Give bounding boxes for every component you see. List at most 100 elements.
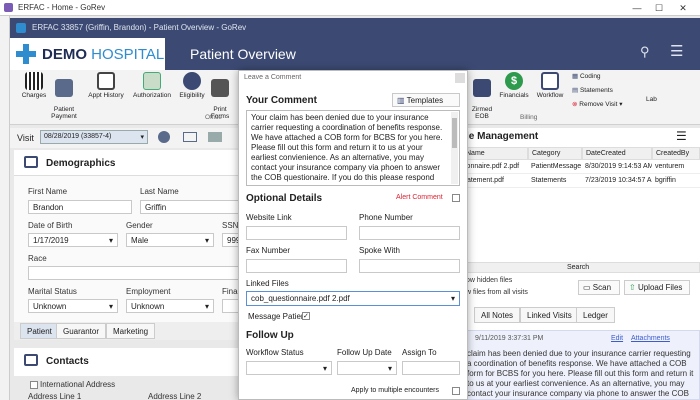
scanner-icon: ▭ [583,283,593,292]
remove-visit-label: Remove Visit ▾ [579,101,623,108]
message-patient-checkbox[interactable]: ✓ [302,312,310,320]
dob-field[interactable]: 1/17/2019 ▾ [28,233,118,247]
last-name-field[interactable]: Griffin [140,200,242,214]
coding-button[interactable]: ▦ Coding [572,72,601,80]
international-address-checkbox[interactable] [30,381,38,389]
print-forms-button[interactable]: Print Forms [200,72,240,120]
workflow-label: Workflow [536,92,564,99]
first-name-field[interactable]: Brandon [28,200,132,214]
col-header-name[interactable]: Name [462,147,528,160]
website-link-input[interactable] [246,226,347,240]
race-label: Race [28,254,47,263]
col-header-createdby[interactable]: CreatedBy [652,147,700,160]
note-text: claim has been denied due to your insura… [467,349,694,400]
show-hidden-files[interactable]: ow hidden files [466,277,512,284]
comment-scrollbar[interactable] [451,112,458,184]
table-cell[interactable]: tatement.pdf [462,175,528,188]
demographics-title: Demographics [46,158,116,169]
employment-label: Employment [126,287,171,296]
table-cell[interactable]: ionnaire.pdf 2.pdf [462,161,528,174]
show-files-all-visits[interactable]: w files from all visits [466,289,528,296]
pin-icon[interactable]: ⚲ [640,44,650,60]
phone-number-input[interactable] [359,226,460,240]
close-button[interactable]: ✕ [672,1,694,15]
demographics-icon [24,156,38,168]
tab-patient[interactable]: Patient [20,323,59,339]
table-cell: 8/30/2019 9:14:53 AM [582,161,652,174]
scrollbar-thumb[interactable] [452,118,457,148]
appt-history-button[interactable]: Appt History [84,72,128,99]
alert-comment-checkbox[interactable] [452,194,460,202]
ssn-label: SSN [222,221,239,230]
col-header-category[interactable]: Category [528,147,582,160]
menu-icon[interactable]: ☰ [670,42,683,60]
templates-label: Templates [406,96,444,105]
fax-number-input[interactable] [246,259,347,273]
ribbon-group-office: Office [205,114,222,121]
eob-icon [473,79,491,97]
minimize-button[interactable]: — [626,1,648,15]
apply-multiple-checkbox[interactable] [452,387,460,395]
patient-payment-button[interactable]: Patient Payment [44,72,84,120]
first-name-label: First Name [28,187,68,196]
note-edit-link[interactable]: Edit [611,334,623,344]
linked-files-select[interactable]: cob_questionnaire.pdf 2.pdf ▾ [246,291,460,306]
optional-details-heading: Optional Details [246,193,323,204]
menu-icon[interactable]: ☰ [676,129,687,143]
coding-icon: ▦ [572,73,580,80]
gender-label: Gender [126,221,153,230]
comment-textarea[interactable]: Your claim has been denied due to your i… [246,110,460,186]
spoke-with-label: Spoke With [359,246,400,255]
workflow-button[interactable]: Workflow [530,72,570,99]
gender-select[interactable]: Male ▾ [126,233,214,247]
search-input[interactable]: Search [462,262,700,273]
workflow-status-label: Workflow Status [246,348,304,357]
upload-files-button[interactable]: ⇧ Upload Files [624,280,690,295]
follow-up-date-label: Follow Up Date [337,348,392,357]
maximize-button[interactable]: ☐ [648,1,670,15]
lab-button[interactable]: Lab [646,96,657,103]
table-cell: 7/23/2019 10:34:57 AM [582,175,652,188]
follow-up-date-input[interactable]: ▾ [337,361,397,375]
table-cell: Statements [528,175,582,188]
visit-select[interactable]: 08/28/2019 (33857-4) ▾ [40,130,148,144]
chevron-down-icon: ▾ [204,236,209,245]
race-select[interactable] [28,266,242,280]
tab-linked-visits[interactable]: Linked Visits [520,307,579,323]
assign-to-input[interactable] [402,361,460,375]
templates-button[interactable]: ▥ Templates [392,93,460,107]
page-title: Patient Overview [190,46,296,62]
scan-label: Scan [592,283,612,292]
tab-ledger[interactable]: Ledger [576,307,615,323]
scan-button[interactable]: ▭ Scan [578,280,620,295]
card-icon[interactable] [183,132,197,142]
dialog-title: Leave a Comment [244,74,302,81]
bed-icon[interactable] [208,132,222,142]
remove-visit-button[interactable]: ⊗ Remove Visit ▾ [572,100,623,108]
statements-button[interactable]: ▤ Statements [572,86,613,94]
table-cell: venturem [652,161,700,174]
phone-number-label: Phone Number [359,213,413,222]
eligibility-icon [183,72,201,90]
note-attachments-link[interactable]: Attachments [631,334,670,344]
dialog-close-button[interactable] [455,73,465,83]
table-cell: PatientMessage [528,161,582,174]
marital-value: Unknown [33,302,67,311]
workflow-status-select[interactable]: ▾ [246,361,332,375]
patient-icon[interactable] [158,131,170,143]
printer-icon [211,79,229,97]
chevron-down-icon: ▾ [204,302,209,311]
dob-value: 1/17/2019 [33,236,69,245]
employment-select[interactable]: Unknown ▾ [126,299,214,313]
tab-marketing[interactable]: Marketing [106,323,156,339]
tab-guarantor[interactable]: Guarantor [56,323,107,339]
authorization-button[interactable]: Authorization [128,72,176,99]
financials-button[interactable]: $ Financials [494,72,534,99]
col-header-datecreated[interactable]: DateCreated [582,147,652,160]
marital-status-select[interactable]: Unknown ▾ [28,299,118,313]
tab-all-notes[interactable]: All Notes [474,307,521,323]
calendar-dropdown-icon: ▾ [108,236,113,245]
note-item: 9/11/2019 3:37:31 PM Edit Attachments cl… [462,330,700,400]
spoke-with-input[interactable] [359,259,460,273]
charges-label: Charges [21,92,47,99]
